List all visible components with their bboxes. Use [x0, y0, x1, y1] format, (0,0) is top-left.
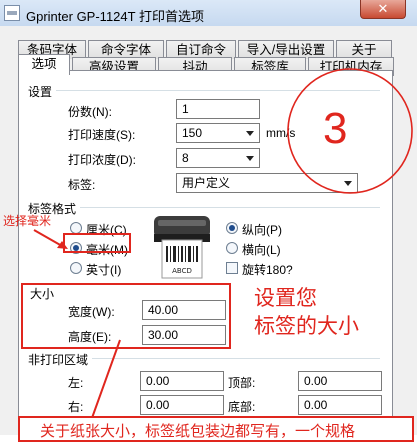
set-size-note-line1: 设置您: [254, 287, 317, 310]
annotation-arrow: [33, 229, 63, 247]
select-mm-note: 选择毫米: [3, 214, 52, 228]
mm-highlight-box: [63, 233, 131, 253]
annotation-pointer-line: [91, 339, 121, 419]
set-size-note-line2: 标签的大小: [254, 315, 359, 338]
highlight-circle: [287, 68, 413, 194]
tab-options[interactable]: 选项: [18, 54, 70, 75]
bottom-note: 关于纸张大小，标签纸包装边都写有，一个规格: [40, 423, 356, 440]
step-number: 3: [323, 104, 348, 153]
size-highlight-box: [21, 283, 231, 349]
